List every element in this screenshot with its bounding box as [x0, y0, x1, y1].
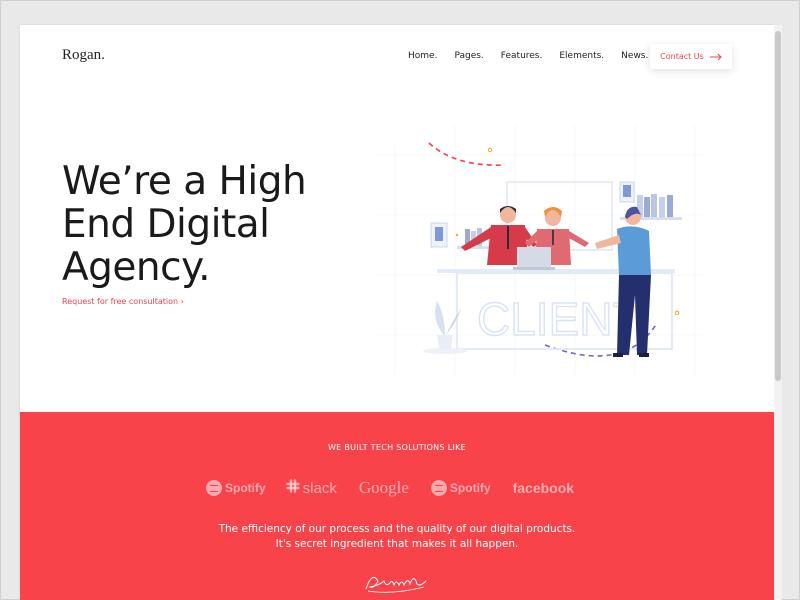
- chevron-right-icon: ›: [180, 297, 184, 306]
- client-logos: Spotify slack Google Spotify facebook: [206, 476, 606, 500]
- client-logo-facebook-label: facebook: [512, 480, 575, 496]
- spotify-icon: [430, 480, 447, 496]
- client-logo-spotify-2-label: Spotify: [449, 481, 491, 495]
- nav-item-pages[interactable]: Pages.: [454, 51, 483, 61]
- client-logo-slack-label: slack: [302, 479, 337, 497]
- client-logo-spotify: Spotify: [206, 480, 266, 496]
- hero-title-line-1: We’re a High: [62, 159, 307, 204]
- client-logo-slack: slack: [285, 479, 337, 497]
- nav-item-news[interactable]: News.: [621, 51, 648, 61]
- scrollbar-thumb[interactable]: [775, 31, 781, 381]
- main-nav: Home. Pages. Features. Elements. News.: [408, 51, 665, 61]
- client-logo-spotify-label: Spotify: [225, 481, 266, 495]
- consultation-link-label: Request for free consultation: [62, 297, 179, 306]
- hero-title-line-2: End Digital: [62, 202, 270, 247]
- hero-title: We’re a High End Digital Agency.: [62, 160, 362, 289]
- spotify-icon: [206, 480, 222, 496]
- nav-item-home[interactable]: Home.: [408, 51, 437, 61]
- slack-icon: [285, 479, 300, 497]
- signature: [365, 576, 427, 593]
- contact-us-button[interactable]: Contact Us: [650, 44, 732, 69]
- hero-title-line-3: Agency.: [62, 245, 211, 290]
- clients-heading: WE BUILT TECH SOLUTIONS LIKE: [327, 443, 467, 452]
- client-desk-text: CLIENT: [477, 293, 641, 345]
- client-logo-google-label: Google: [358, 478, 409, 497]
- client-logo-facebook: facebook: [513, 480, 574, 496]
- page-scrollbar[interactable]: [774, 25, 782, 600]
- nav-item-elements[interactable]: Elements.: [559, 51, 604, 61]
- tagline-line-2: It's secret ingredient that makes it all…: [275, 538, 519, 550]
- arrow-right-icon: [709, 51, 722, 63]
- site-logo[interactable]: Rogan.: [62, 47, 105, 64]
- clients-section: WE BUILT TECH SOLUTIONS LIKE Spotify sla…: [20, 412, 774, 600]
- hero-illustration: CLIENT: [375, 125, 705, 375]
- clients-tagline: The efficiency of our process and the qu…: [20, 522, 774, 552]
- tagline-line-1: The efficiency of our process and the qu…: [218, 523, 576, 535]
- consultation-link[interactable]: Request for free consultation ›: [62, 297, 184, 306]
- client-logo-spotify-2: Spotify: [430, 480, 491, 496]
- landing-page: Rogan. Home. Pages. Features. Elements. …: [20, 25, 774, 600]
- nav-item-features[interactable]: Features.: [501, 51, 543, 61]
- client-logo-google: Google: [359, 478, 409, 498]
- contact-us-label: Contact Us: [660, 52, 704, 61]
